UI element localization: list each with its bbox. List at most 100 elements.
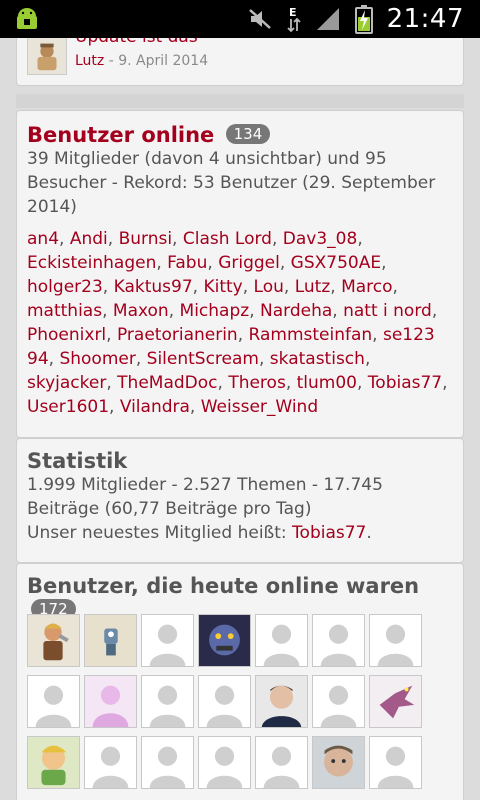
today-online-card: Benutzer, die heute online waren 172 xyxy=(16,563,464,800)
online-title[interactable]: Benutzer online xyxy=(27,123,214,147)
post-separator: - xyxy=(104,53,119,69)
member-link[interactable]: Weisser_Wind xyxy=(201,397,318,417)
member-link[interactable]: Dav3_08 xyxy=(283,229,358,249)
member-separator: , xyxy=(285,373,297,393)
member-separator: , xyxy=(242,277,254,297)
user-avatar[interactable] xyxy=(84,675,137,728)
svg-text:E: E xyxy=(289,6,297,19)
member-separator: , xyxy=(168,301,180,321)
user-avatar[interactable] xyxy=(198,736,251,789)
member-separator: , xyxy=(48,349,60,369)
member-link[interactable]: Lou xyxy=(254,277,284,297)
newest-member-link[interactable]: Tobias77 xyxy=(292,523,366,543)
member-link[interactable]: User1601 xyxy=(27,397,109,417)
user-avatar[interactable] xyxy=(255,614,308,667)
member-link[interactable]: Eckisteinhagen xyxy=(27,253,156,273)
member-separator: , xyxy=(192,277,204,297)
member-link[interactable]: Shoomer xyxy=(59,349,135,369)
member-link[interactable]: Lutz xyxy=(295,277,331,297)
user-avatar[interactable] xyxy=(141,614,194,667)
member-link[interactable]: Tobias77 xyxy=(368,373,442,393)
member-separator: , xyxy=(107,229,119,249)
member-link[interactable]: skyjacker xyxy=(27,373,106,393)
post-date: 9. April 2014 xyxy=(118,53,209,69)
user-avatar[interactable] xyxy=(27,736,80,789)
member-link[interactable]: holger23 xyxy=(27,277,103,297)
member-separator: , xyxy=(279,253,291,273)
user-avatar[interactable] xyxy=(84,736,137,789)
online-count-badge: 134 xyxy=(225,124,271,144)
member-link[interactable]: tlum00 xyxy=(297,373,357,393)
member-separator: , xyxy=(249,301,260,321)
member-separator: , xyxy=(271,229,283,249)
post-thumbnail[interactable] xyxy=(27,38,67,75)
member-link[interactable]: Praetorianerin xyxy=(117,325,238,345)
member-link[interactable]: Kitty xyxy=(203,277,242,297)
user-avatar[interactable] xyxy=(198,614,251,667)
user-avatar[interactable] xyxy=(312,675,365,728)
member-separator: , xyxy=(237,325,249,345)
online-users-card: Benutzer online 134 39 Mitglieder (davon… xyxy=(16,110,464,438)
member-separator: , xyxy=(330,277,342,297)
user-avatar[interactable] xyxy=(369,736,422,789)
member-link[interactable]: Andi xyxy=(70,229,108,249)
member-link[interactable]: Nardeha xyxy=(260,301,332,321)
member-separator: , xyxy=(189,397,201,417)
member-separator: , xyxy=(106,373,118,393)
user-avatar[interactable] xyxy=(27,675,80,728)
user-avatar[interactable] xyxy=(84,614,137,667)
user-avatar[interactable] xyxy=(255,736,308,789)
user-avatar[interactable] xyxy=(369,614,422,667)
last-post-card[interactable]: Update ist das Lutz - 9. April 2014 xyxy=(16,38,464,86)
online-summary: 39 Mitglieder (davon 4 unsichtbar) und 9… xyxy=(27,149,436,217)
stats-line: 1.999 Mitglieder - 2.527 Themen - 17.745… xyxy=(27,475,383,519)
user-avatar[interactable] xyxy=(141,675,194,728)
member-separator: , xyxy=(364,349,371,369)
member-separator: , xyxy=(207,253,219,273)
member-link[interactable]: Clash Lord xyxy=(183,229,272,249)
member-separator: , xyxy=(59,229,70,249)
member-separator: , xyxy=(381,253,387,273)
user-avatar[interactable] xyxy=(312,614,365,667)
member-link[interactable]: Theros xyxy=(228,373,286,393)
member-link[interactable]: Marco xyxy=(341,277,392,297)
post-title[interactable]: Update ist das xyxy=(75,38,198,47)
user-avatar[interactable] xyxy=(141,736,194,789)
member-link[interactable]: Kaktus97 xyxy=(114,277,193,297)
member-separator: , xyxy=(372,325,383,345)
member-link[interactable]: GSX750AE xyxy=(291,253,381,273)
post-author[interactable]: Lutz xyxy=(75,53,104,69)
member-link[interactable]: Griggel xyxy=(218,253,280,273)
member-link[interactable]: matthias xyxy=(27,301,102,321)
member-link[interactable]: an4 xyxy=(27,229,59,249)
android-debug-icon xyxy=(17,8,37,29)
user-avatar[interactable] xyxy=(255,675,308,728)
user-avatar[interactable] xyxy=(312,736,365,789)
member-link[interactable]: Michapz xyxy=(180,301,250,321)
user-avatar[interactable] xyxy=(198,675,251,728)
member-link[interactable]: SilentScream xyxy=(147,349,259,369)
member-link[interactable]: Maxon xyxy=(113,301,169,321)
newest-member-prefix: Unser neuestes Mitglied heißt: xyxy=(27,523,293,543)
user-avatar[interactable] xyxy=(369,675,422,728)
member-link[interactable]: Phoenixrl xyxy=(27,325,106,345)
member-link[interactable]: Rammsteinfan xyxy=(249,325,373,345)
member-link[interactable]: Fabu xyxy=(167,253,207,273)
member-link[interactable]: skatastisch xyxy=(270,349,365,369)
member-separator: , xyxy=(431,301,438,321)
avatar-grid xyxy=(27,614,422,789)
user-avatar[interactable] xyxy=(27,614,80,667)
member-link[interactable]: TheMadDoc xyxy=(117,373,217,393)
member-link[interactable]: natt i nord xyxy=(343,301,432,321)
member-separator: , xyxy=(156,253,168,273)
member-link[interactable]: Vilandra xyxy=(120,397,190,417)
member-separator: , xyxy=(356,373,368,393)
member-separator: , xyxy=(106,325,117,345)
member-separator: , xyxy=(442,373,448,393)
member-link[interactable]: Burnsi xyxy=(119,229,172,249)
forum-content[interactable]: Update ist das Lutz - 9. April 2014 Benu… xyxy=(0,38,480,800)
post-meta: Lutz - 9. April 2014 xyxy=(75,53,208,69)
newest-member-suffix: . xyxy=(366,523,372,543)
member-separator: , xyxy=(102,301,113,321)
member-separator: , xyxy=(172,229,183,249)
